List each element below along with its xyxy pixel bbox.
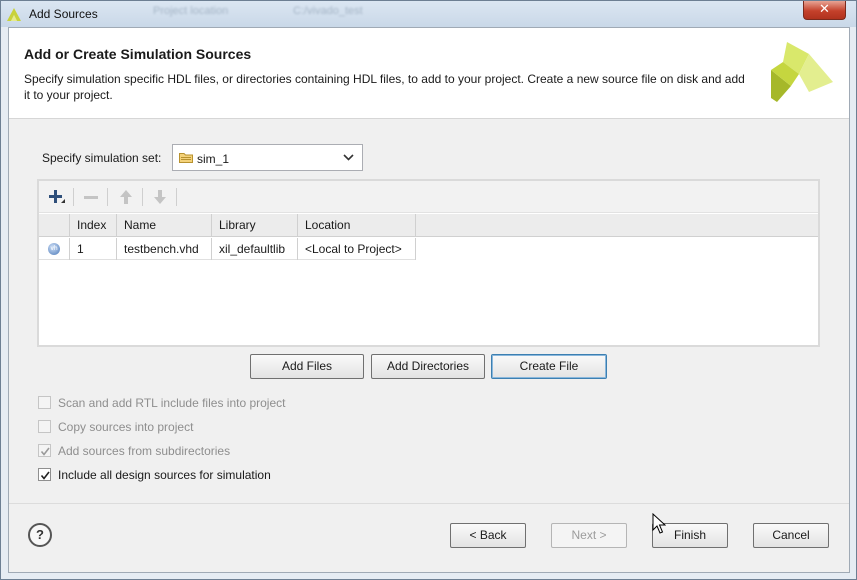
column-divider xyxy=(69,238,70,260)
help-button[interactable]: ? xyxy=(28,523,52,547)
column-header-location[interactable]: Location xyxy=(298,214,416,236)
toolbar-separator xyxy=(73,188,74,206)
wizard-header: Add or Create Simulation Sources Specify… xyxy=(9,28,849,119)
move-up-button[interactable] xyxy=(115,187,137,207)
page-title: Add or Create Simulation Sources xyxy=(24,46,252,62)
toolbar-separator xyxy=(176,188,177,206)
cancel-button[interactable]: Cancel xyxy=(753,523,829,548)
background-value: C:/vivado_test xyxy=(293,5,363,17)
scan-rtl-include-checkbox[interactable] xyxy=(38,396,51,409)
simulation-set-value: sim_1 xyxy=(197,152,230,166)
checkmark-icon xyxy=(40,471,50,480)
arrow-up-icon xyxy=(120,190,132,204)
table-row[interactable]: vh 1 testbench.vhd xil_defaultlib <Local… xyxy=(39,238,416,260)
folder-icon xyxy=(179,153,193,163)
background-label: Project location xyxy=(153,5,229,17)
close-button[interactable]: ✕ xyxy=(803,1,846,20)
table-header: Index Name Library Location xyxy=(39,214,818,237)
column-divider xyxy=(69,214,70,237)
dialog-body: Add or Create Simulation Sources Specify… xyxy=(8,27,850,573)
remove-source-button[interactable] xyxy=(80,187,102,207)
window-title: Add Sources xyxy=(29,7,98,21)
add-directories-button[interactable]: Add Directories xyxy=(371,354,485,379)
copy-sources-label: Copy sources into project xyxy=(58,420,194,434)
column-divider xyxy=(297,214,298,237)
help-icon: ? xyxy=(36,527,44,542)
toolbar-separator xyxy=(107,188,108,206)
sources-table-panel: Index Name Library Location vh 1 testben… xyxy=(37,179,820,347)
xilinx-logo-icon xyxy=(771,42,833,102)
column-header-index[interactable]: Index xyxy=(70,214,117,236)
copy-sources-checkbox[interactable] xyxy=(38,420,51,433)
close-icon: ✕ xyxy=(819,2,830,17)
vhd-file-icon: vh xyxy=(48,243,60,255)
simulation-set-label: Specify simulation set: xyxy=(42,151,162,165)
mouse-cursor-icon xyxy=(652,513,666,534)
vivado-app-icon xyxy=(7,8,21,21)
column-divider xyxy=(116,238,117,260)
column-divider xyxy=(415,214,416,237)
arrow-down-icon xyxy=(154,190,166,204)
cell-index: 1 xyxy=(77,242,84,256)
column-divider xyxy=(211,214,212,237)
add-files-button[interactable]: Add Files xyxy=(250,354,364,379)
cell-library: xil_defaultlib xyxy=(219,242,286,256)
column-divider xyxy=(415,238,416,260)
page-description: Specify simulation specific HDL files, o… xyxy=(24,72,745,102)
add-subdirectories-label: Add sources from subdirectories xyxy=(58,444,231,458)
simulation-set-select[interactable]: sim_1 xyxy=(172,144,363,171)
cell-name: testbench.vhd xyxy=(124,242,199,256)
chevron-down-icon xyxy=(343,154,354,161)
toolbar-separator xyxy=(142,188,143,206)
add-sources-window: Add Sources Project location C:/vivado_t… xyxy=(0,0,857,580)
next-button[interactable]: Next > xyxy=(551,523,627,548)
back-button[interactable]: < Back xyxy=(450,523,526,548)
sources-toolbar xyxy=(39,181,818,213)
add-source-button[interactable] xyxy=(45,187,67,207)
include-design-sources-label: Include all design sources for simulatio… xyxy=(58,468,271,482)
column-divider xyxy=(116,214,117,237)
column-header-library[interactable]: Library xyxy=(212,214,298,236)
scan-rtl-include-label: Scan and add RTL include files into proj… xyxy=(58,396,286,410)
minus-icon xyxy=(84,196,98,199)
checkmark-icon xyxy=(40,447,50,456)
create-file-button[interactable]: Create File xyxy=(491,354,607,379)
cell-location: <Local to Project> xyxy=(305,242,402,256)
add-subdirectories-checkbox[interactable] xyxy=(38,444,51,457)
column-divider xyxy=(297,238,298,260)
title-bar[interactable]: Add Sources Project location C:/vivado_t… xyxy=(1,1,856,27)
column-divider xyxy=(211,238,212,260)
move-down-button[interactable] xyxy=(149,187,171,207)
include-design-sources-checkbox[interactable] xyxy=(38,468,51,481)
column-header-name[interactable]: Name xyxy=(117,214,212,236)
footer-divider xyxy=(9,503,849,504)
plus-icon xyxy=(49,190,65,203)
